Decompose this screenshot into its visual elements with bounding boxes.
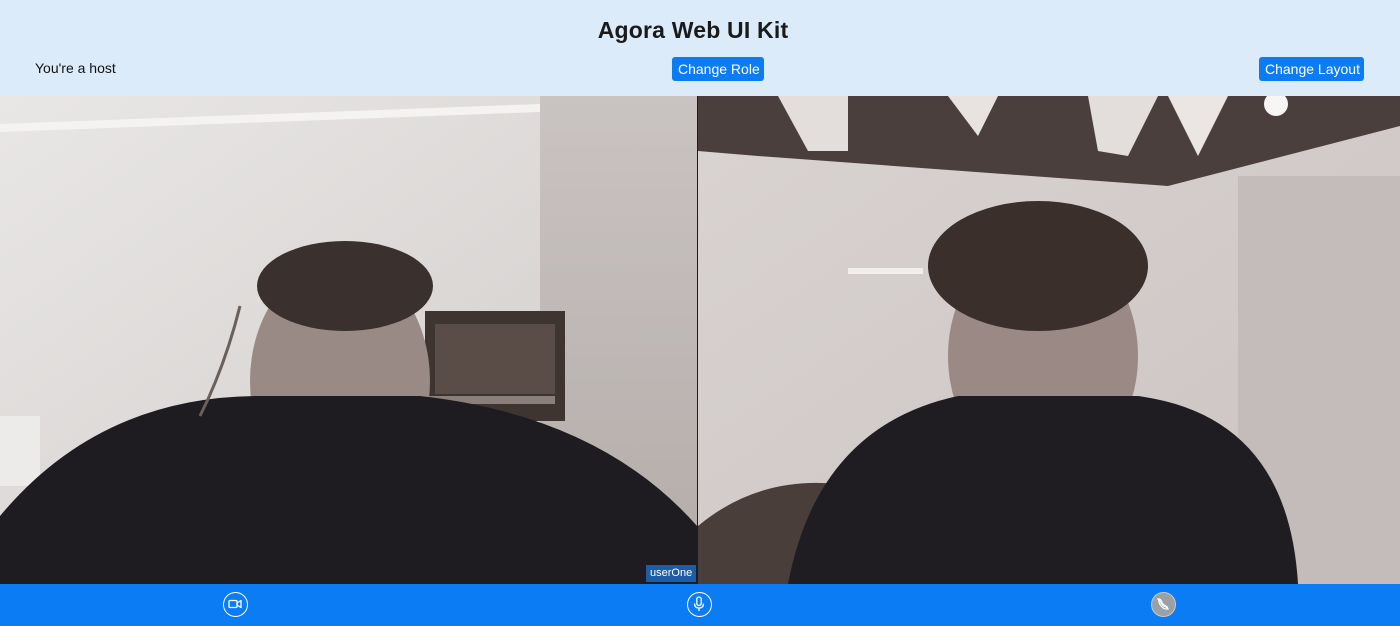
- role-status-text: You're a host: [35, 60, 116, 76]
- video-tile-local: [0, 96, 697, 584]
- page-title: Agora Web UI Kit: [597, 17, 789, 43]
- end-call-button[interactable]: [1151, 592, 1176, 617]
- microphone-icon: [693, 596, 705, 611]
- video-tile-remote: [698, 96, 1400, 584]
- video-camera-icon: [228, 599, 242, 609]
- toggle-video-button[interactable]: [223, 592, 248, 617]
- toggle-mic-button[interactable]: [687, 592, 712, 617]
- video-feed-right: [698, 96, 1400, 584]
- control-bar: [0, 584, 1400, 626]
- end-call-icon: [1157, 598, 1169, 610]
- local-user-label: userOne: [646, 565, 697, 582]
- change-role-button[interactable]: Change Role: [672, 57, 764, 81]
- header-bar: Agora Web UI Kit You're a host Change Ro…: [0, 0, 1400, 96]
- video-feed-left: [0, 96, 697, 584]
- change-layout-button[interactable]: Change Layout: [1259, 57, 1364, 81]
